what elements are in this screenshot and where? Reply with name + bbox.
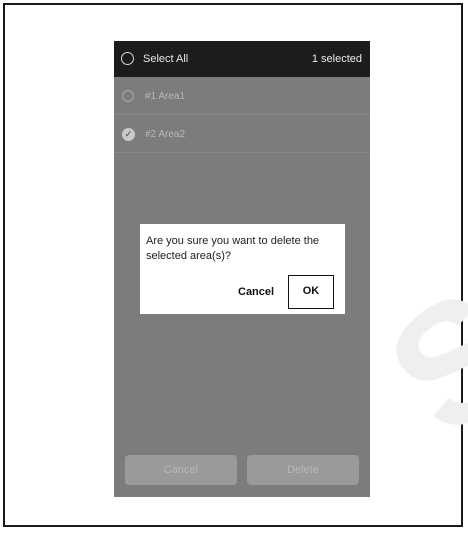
dialog-cancel-button[interactable]: Cancel bbox=[238, 286, 274, 298]
delete-button[interactable]: Delete bbox=[247, 455, 359, 485]
cancel-button[interactable]: Cancel bbox=[125, 455, 237, 485]
delete-confirm-dialog: Are you sure you want to delete the sele… bbox=[140, 224, 345, 314]
select-all-radio-icon[interactable] bbox=[121, 52, 134, 65]
unselected-radio-icon[interactable] bbox=[122, 90, 134, 102]
list-item-area2[interactable]: ✓ #2 Area2 bbox=[114, 115, 370, 153]
list-item-area1[interactable]: #1 Area1 bbox=[114, 77, 370, 115]
area-label: #1 Area1 bbox=[145, 91, 186, 102]
checked-circle-icon[interactable]: ✓ bbox=[122, 128, 135, 141]
page: SP Select All 1 selected #1 Area1 ✓ #2 A… bbox=[0, 0, 468, 534]
dialog-message: Are you sure you want to delete the sele… bbox=[146, 235, 320, 262]
selection-header: Select All 1 selected bbox=[114, 41, 370, 77]
selected-count: 1 selected bbox=[311, 53, 362, 65]
area-label: #2 Area2 bbox=[145, 129, 186, 140]
dialog-ok-button[interactable]: OK bbox=[288, 275, 334, 309]
select-all-label[interactable]: Select All bbox=[143, 53, 188, 65]
